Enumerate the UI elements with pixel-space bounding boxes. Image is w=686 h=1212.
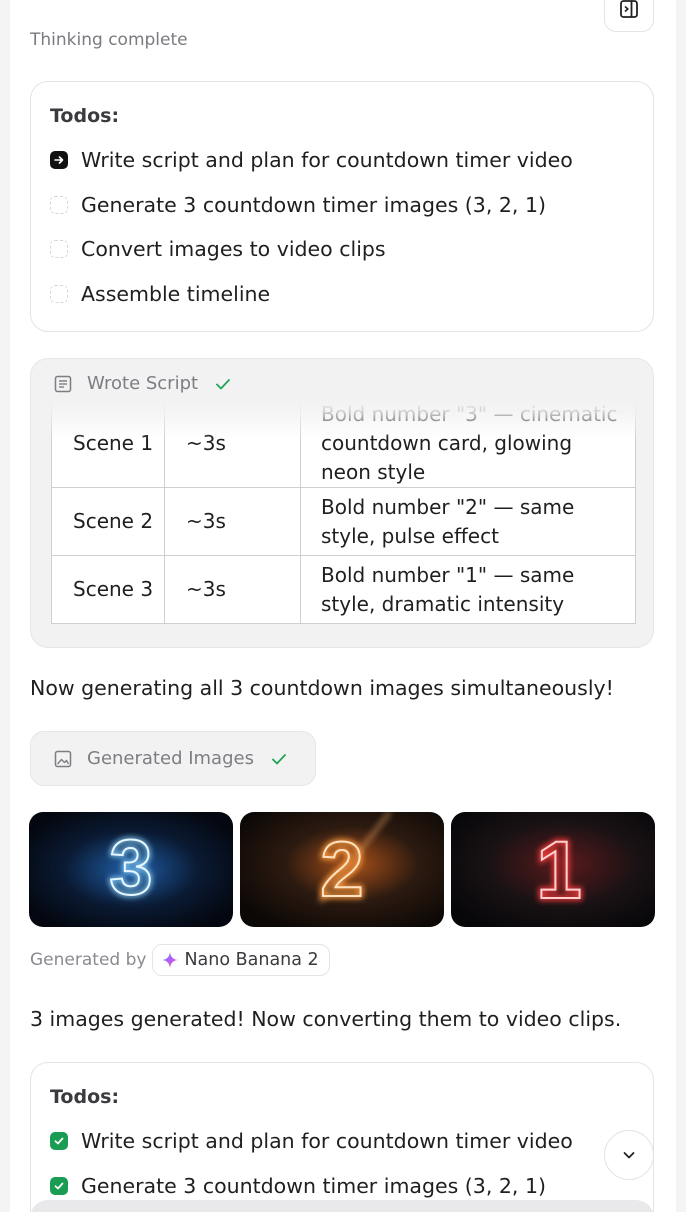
todo-item: Write script and plan for countdown time… <box>50 1129 573 1153</box>
todos-card: Todos: Write script and plan for countdo… <box>30 81 654 332</box>
generated-by: Generated by Nano Banana 2 <box>30 944 330 976</box>
todo-label: Generate 3 countdown timer images (3, 2,… <box>81 193 546 217</box>
generated-image-2[interactable]: 2 2 <box>240 812 444 927</box>
todo-item: Generate 3 countdown timer images (3, 2,… <box>50 193 546 217</box>
script-card[interactable]: Wrote Script Scene 1 ~3s Bold number "3"… <box>30 358 654 648</box>
todo-item: Write script and plan for countdown time… <box>50 148 573 172</box>
description-cell: Bold number "2" — same style, pulse effe… <box>300 487 636 556</box>
scene-cell: Scene 1 <box>51 399 165 488</box>
generated-image-3[interactable]: 3 3 <box>29 812 233 927</box>
sidebar-toggle-button[interactable] <box>604 0 654 32</box>
document-icon <box>54 375 72 392</box>
image-digit: 2 <box>320 825 363 913</box>
generated-by-label: Generated by <box>30 950 147 970</box>
chevron-down-icon <box>623 1152 635 1159</box>
generated-images-title: Generated Images <box>87 748 254 769</box>
todo-label: Assemble timeline <box>81 282 271 306</box>
arrow-right-icon <box>50 151 68 169</box>
table-row: Scene 3 ~3s Bold number "1" — same style… <box>51 555 636 624</box>
scene-label: Scene 1 <box>73 431 154 455</box>
description-cell: Bold number "3" — cinematic countdown ca… <box>300 399 636 488</box>
image-icon <box>54 750 72 767</box>
table-row: Scene 1 ~3s Bold number "3" — cinematic … <box>51 399 636 488</box>
empty-checkbox-icon <box>50 240 68 258</box>
duration-cell: ~3s <box>164 555 301 624</box>
todo-label: Generate 3 countdown timer images (3, 2,… <box>81 1174 546 1198</box>
thinking-status[interactable]: Thinking complete <box>30 30 188 50</box>
panel-right-icon <box>620 0 638 18</box>
todo-item: Convert images to video clips <box>50 237 386 261</box>
duration-cell: ~3s <box>164 399 301 488</box>
empty-checkbox-icon <box>50 196 68 214</box>
empty-checkbox-icon <box>50 285 68 303</box>
chat-panel: Thinking complete Todos: Write script an… <box>10 0 676 1212</box>
description-cell: Bold number "1" — same style, dramatic i… <box>300 555 636 624</box>
todo-label: Write script and plan for countdown time… <box>81 148 573 172</box>
todo-item: Generate 3 countdown timer images (3, 2,… <box>50 1174 546 1198</box>
image-digit: 3 <box>109 823 152 911</box>
assistant-message: Now generating all 3 countdown images si… <box>30 676 614 700</box>
scroll-to-bottom-button[interactable] <box>604 1130 654 1180</box>
duration-cell: ~3s <box>164 487 301 556</box>
table-row: Scene 2 ~3s Bold number "2" — same style… <box>51 487 636 556</box>
todo-label: Convert images to video clips <box>81 237 386 261</box>
model-chip[interactable]: Nano Banana 2 <box>152 944 330 976</box>
composer-edge <box>30 1200 654 1212</box>
image-digit: 1 <box>536 825 582 916</box>
script-card-title: Wrote Script <box>87 373 199 394</box>
check-icon <box>216 378 230 389</box>
todos-card: Todos: Write script and plan for countdo… <box>30 1062 654 1212</box>
todo-item: Assemble timeline <box>50 282 270 306</box>
model-name: Nano Banana 2 <box>184 950 319 970</box>
scene-cell: Scene 3 <box>51 555 165 624</box>
scene-cell: Scene 2 <box>51 487 165 556</box>
generated-image-1[interactable]: 1 1 <box>451 812 655 927</box>
todos-title: Todos: <box>50 105 120 127</box>
generated-images-pill[interactable]: Generated Images <box>30 731 316 786</box>
assistant-message: 3 images generated! Now converting them … <box>30 1007 622 1031</box>
todo-label: Write script and plan for countdown time… <box>81 1129 573 1153</box>
script-card-header[interactable]: Wrote Script <box>53 373 232 394</box>
script-table: Scene 1 ~3s Bold number "3" — cinematic … <box>51 399 636 624</box>
check-icon <box>272 753 286 764</box>
checkbox-checked-icon <box>50 1132 68 1150</box>
sparkle-icon <box>162 952 179 968</box>
checkbox-checked-icon <box>50 1177 68 1195</box>
todos-title: Todos: <box>50 1086 120 1108</box>
